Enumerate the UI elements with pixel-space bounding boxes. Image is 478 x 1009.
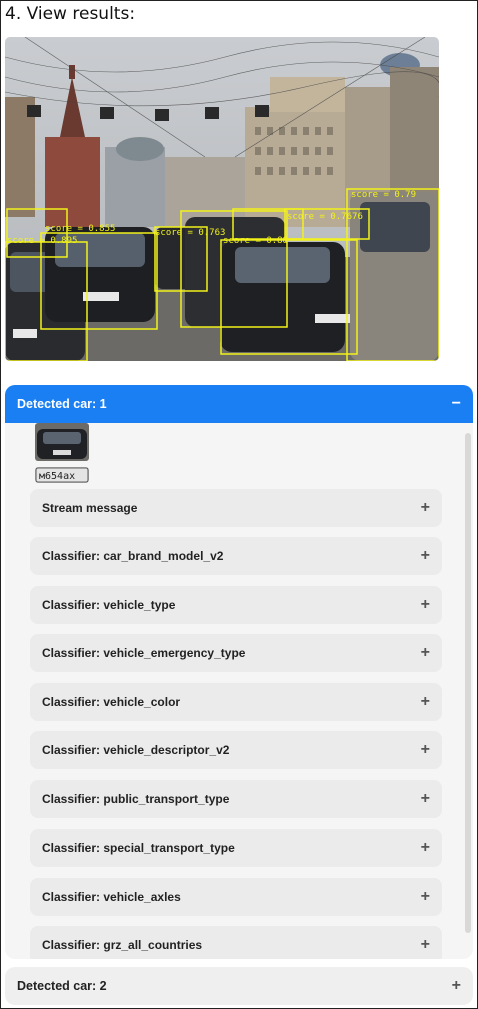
expand-icon[interactable]: + — [421, 547, 430, 565]
collapse-icon[interactable]: − — [452, 395, 461, 413]
section-label: Classifier: public_transport_type — [42, 792, 230, 806]
detected-car-2-header[interactable]: Detected car: 2 + — [5, 967, 473, 1005]
section-label: Classifier: grz_all_countries — [42, 938, 203, 952]
section-label: Classifier: vehicle_emergency_type — [42, 646, 246, 660]
section-label: Classifier: vehicle_type — [42, 598, 176, 612]
section-label: Classifier: vehicle_color — [42, 695, 181, 709]
bbox-label: score = 0.855 — [45, 224, 115, 234]
plate-text: м654ах — [39, 471, 75, 482]
detected-car-1-header[interactable]: Detected car: 1 − — [5, 385, 473, 423]
section-label: Stream message — [42, 501, 138, 515]
expand-icon[interactable]: + — [452, 977, 461, 995]
section-vehicle-emergency-type[interactable]: Classifier: vehicle_emergency_type + — [30, 634, 442, 672]
detected-car-2-title: Detected car: 2 — [17, 979, 107, 993]
section-public-transport-type[interactable]: Classifier: public_transport_type + — [30, 780, 442, 818]
expand-icon[interactable]: + — [421, 741, 430, 759]
section-stream-message[interactable]: Stream message + — [30, 489, 442, 527]
detected-car-1-title: Detected car: 1 — [17, 397, 107, 411]
plate-crop-image: м654ах — [35, 467, 89, 483]
bbox-label: score = 0.79 — [351, 190, 416, 200]
expand-icon[interactable]: + — [421, 936, 430, 954]
section-grz-all-countries[interactable]: Classifier: grz_all_countries + — [30, 926, 442, 959]
bbox-label: score = 0.7676 — [287, 212, 363, 222]
expand-icon[interactable]: + — [421, 596, 430, 614]
expand-icon[interactable]: + — [421, 790, 430, 808]
expand-icon[interactable]: + — [421, 693, 430, 711]
bbox-label: score = 0.763 — [155, 228, 225, 238]
section-label: Classifier: vehicle_descriptor_v2 — [42, 743, 230, 757]
section-vehicle-color[interactable]: Classifier: vehicle_color + — [30, 683, 442, 721]
expand-icon[interactable]: + — [421, 888, 430, 906]
bbox-label: score = 0.895 — [7, 236, 77, 246]
street-photo: score = 0.855 score = 0.895 score = 0.76… — [5, 37, 439, 361]
car-crop-image — [35, 423, 89, 461]
section-label: Classifier: vehicle_axles — [42, 890, 181, 904]
section-vehicle-descriptor[interactable]: Classifier: vehicle_descriptor_v2 + — [30, 731, 442, 769]
section-vehicle-axles[interactable]: Classifier: vehicle_axles + — [30, 878, 442, 916]
section-label: Classifier: car_brand_model_v2 — [42, 549, 224, 563]
page-title: 4. View results: — [5, 4, 136, 24]
expand-icon[interactable]: + — [421, 499, 430, 517]
results-frame: 4. View results: score = 0.855 score = 0… — [0, 0, 478, 1009]
section-vehicle-type[interactable]: Classifier: vehicle_type + — [30, 586, 442, 624]
scrollbar[interactable] — [465, 433, 471, 933]
detected-car-1-body: м654ах Stream message + Classifier: car_… — [5, 423, 473, 959]
expand-icon[interactable]: + — [421, 644, 430, 662]
bbox-label: score = 0.88 — [223, 236, 288, 246]
expand-icon[interactable]: + — [421, 839, 430, 857]
result-image: score = 0.855 score = 0.895 score = 0.76… — [5, 37, 439, 361]
section-car-brand-model[interactable]: Classifier: car_brand_model_v2 + — [30, 537, 442, 575]
section-special-transport-type[interactable]: Classifier: special_transport_type + — [30, 829, 442, 867]
section-label: Classifier: special_transport_type — [42, 841, 235, 855]
